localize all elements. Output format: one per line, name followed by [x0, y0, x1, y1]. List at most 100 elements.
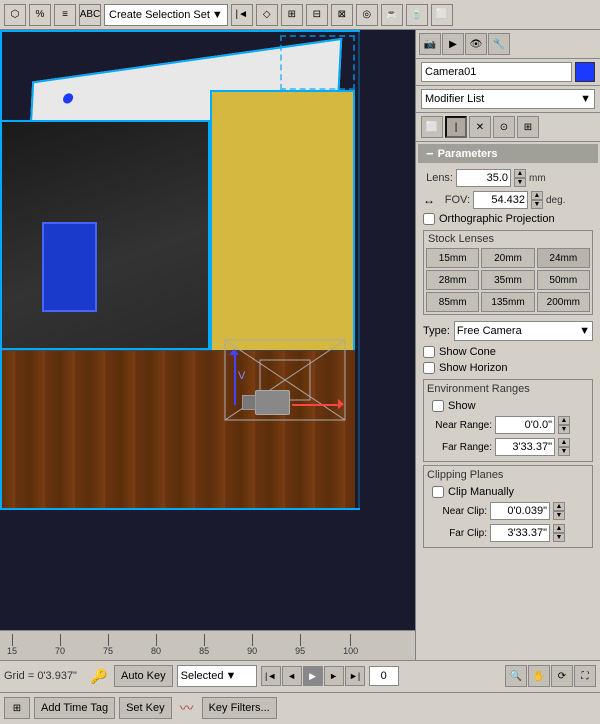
- modifier-dropdown-arrow: ▼: [580, 93, 591, 105]
- toolbar-icon-5[interactable]: |◄: [231, 4, 253, 26]
- set-key-button[interactable]: Set Key: [119, 697, 172, 719]
- toolbar-icon-2[interactable]: %: [29, 4, 51, 26]
- v-label: V: [238, 370, 245, 382]
- show-cone-checkbox[interactable]: [423, 346, 435, 358]
- near-clip-spinner[interactable]: ▲ ▼: [553, 502, 565, 520]
- toolbar-icon-1[interactable]: ⬡: [4, 4, 26, 26]
- type-dropdown[interactable]: Free Camera ▼: [454, 321, 593, 341]
- lens-input[interactable]: [456, 169, 511, 187]
- clip-manually-checkbox[interactable]: [432, 486, 444, 498]
- lens-35mm[interactable]: 35mm: [481, 270, 534, 290]
- lens-15mm[interactable]: 15mm: [426, 248, 479, 268]
- add-time-tag-button[interactable]: Add Time Tag: [34, 697, 115, 719]
- auto-key-button[interactable]: Auto Key: [114, 665, 173, 687]
- far-clip-input[interactable]: [490, 524, 550, 542]
- ceiling-dot: [63, 93, 74, 104]
- lens-label: Lens:: [423, 172, 453, 184]
- tab-icon-general[interactable]: ⬜: [421, 116, 443, 138]
- fov-up-arrow[interactable]: ▲: [531, 191, 543, 200]
- near-clip-input[interactable]: [490, 502, 550, 520]
- toolbar-icon-4[interactable]: ABC: [79, 4, 101, 26]
- far-range-row: Far Range: ▲ ▼: [427, 436, 589, 458]
- frame-input[interactable]: [369, 666, 399, 686]
- tab-icon-display[interactable]: ⊞: [517, 116, 539, 138]
- show-horizon-row: Show Horizon: [418, 360, 598, 376]
- camera-lens-part: [242, 395, 256, 410]
- snaps-toggle-icon[interactable]: ⊞: [4, 697, 30, 719]
- orbit-icon[interactable]: ⟳: [551, 665, 573, 687]
- go-end-button[interactable]: ►|: [345, 666, 365, 686]
- ortho-label: Orthographic Projection: [439, 213, 555, 225]
- maximize-icon[interactable]: ⛶: [574, 665, 596, 687]
- next-frame-button[interactable]: ►: [324, 666, 344, 686]
- lens-24mm[interactable]: 24mm: [537, 248, 590, 268]
- fov-input[interactable]: [473, 191, 528, 209]
- tab-icon-extra[interactable]: ✕: [469, 116, 491, 138]
- create-selection-dropdown[interactable]: Create Selection Set ▼: [104, 4, 228, 26]
- section-collapse-icon[interactable]: −: [426, 146, 434, 161]
- modifier-list-dropdown[interactable]: Modifier List ▼: [421, 89, 595, 109]
- go-start-button[interactable]: |◄: [261, 666, 281, 686]
- bottom-row-1: Grid = 0'3.937" 🔑 Auto Key Selected ▼ |◄…: [0, 661, 600, 693]
- lens-up-arrow[interactable]: ▲: [514, 169, 526, 178]
- fov-spinner[interactable]: ▲ ▼: [531, 191, 543, 209]
- toolbar-icon-12[interactable]: 🍵: [406, 4, 428, 26]
- far-clip-spinner[interactable]: ▲ ▼: [553, 524, 565, 542]
- panel-icon-display[interactable]: 👁: [465, 33, 487, 55]
- viewport-3d[interactable]: V: [0, 30, 415, 630]
- lens-200mm[interactable]: 200mm: [537, 292, 590, 312]
- prev-frame-button[interactable]: ◄: [282, 666, 302, 686]
- selected-label: Selected: [181, 670, 224, 682]
- lens-28mm[interactable]: 28mm: [426, 270, 479, 290]
- far-range-up[interactable]: ▲: [558, 438, 570, 447]
- lens-down-arrow[interactable]: ▼: [514, 178, 526, 187]
- lens-unit: mm: [529, 173, 549, 184]
- ruler-tick-90: 90: [247, 634, 257, 656]
- near-range-up[interactable]: ▲: [558, 416, 570, 425]
- fov-down-arrow[interactable]: ▼: [531, 200, 543, 209]
- bottom-outline: [0, 508, 360, 510]
- near-range-spinner[interactable]: ▲ ▼: [558, 416, 570, 434]
- toolbar-icon-9[interactable]: ⊠: [331, 4, 353, 26]
- panel-icon-motion[interactable]: ▶: [442, 33, 464, 55]
- toolbar-icon-3[interactable]: ≡: [54, 4, 76, 26]
- camera-name-input[interactable]: [421, 62, 572, 82]
- play-button[interactable]: ▶: [303, 666, 323, 686]
- zoom-icon[interactable]: 🔍: [505, 665, 527, 687]
- lens-85mm[interactable]: 85mm: [426, 292, 479, 312]
- camera-color-swatch[interactable]: [575, 62, 595, 82]
- near-clip-down[interactable]: ▼: [553, 511, 565, 520]
- key-filters-button[interactable]: Key Filters...: [202, 697, 277, 719]
- far-clip-down[interactable]: ▼: [553, 533, 565, 542]
- toolbar-icon-6[interactable]: ◇: [256, 4, 278, 26]
- far-range-down[interactable]: ▼: [558, 447, 570, 456]
- lens-50mm[interactable]: 50mm: [537, 270, 590, 290]
- near-range-down[interactable]: ▼: [558, 425, 570, 434]
- parameters-header: − Parameters: [418, 144, 598, 163]
- far-range-spinner[interactable]: ▲ ▼: [558, 438, 570, 456]
- panel-icon-camera[interactable]: 📷: [419, 33, 441, 55]
- ortho-checkbox[interactable]: [423, 213, 435, 225]
- toolbar-icon-8[interactable]: ⊟: [306, 4, 328, 26]
- near-range-input[interactable]: [495, 416, 555, 434]
- env-show-checkbox[interactable]: [432, 400, 444, 412]
- lens-20mm[interactable]: 20mm: [481, 248, 534, 268]
- toolbar-icon-13[interactable]: ⬜: [431, 4, 453, 26]
- toolbar-icon-10[interactable]: ◎: [356, 4, 378, 26]
- near-clip-up[interactable]: ▲: [553, 502, 565, 511]
- lens-spinner[interactable]: ▲ ▼: [514, 169, 526, 187]
- ortho-row: Orthographic Projection: [418, 211, 598, 227]
- toolbar-icon-11[interactable]: ☕: [381, 4, 403, 26]
- selected-dropdown[interactable]: Selected ▼: [177, 665, 257, 687]
- panel-icon-utilities[interactable]: 🔧: [488, 33, 510, 55]
- far-clip-up[interactable]: ▲: [553, 524, 565, 533]
- lens-row: Lens: ▲ ▼ mm: [418, 167, 598, 189]
- toolbar-icon-7[interactable]: ⊞: [281, 4, 303, 26]
- lens-135mm[interactable]: 135mm: [481, 292, 534, 312]
- tab-icon-params[interactable]: |: [445, 116, 467, 138]
- clip-planes-label: Clipping Planes: [427, 469, 589, 481]
- pan-icon[interactable]: ✋: [528, 665, 550, 687]
- tab-icon-info[interactable]: ⊙: [493, 116, 515, 138]
- far-range-input[interactable]: [495, 438, 555, 456]
- show-horizon-checkbox[interactable]: [423, 362, 435, 374]
